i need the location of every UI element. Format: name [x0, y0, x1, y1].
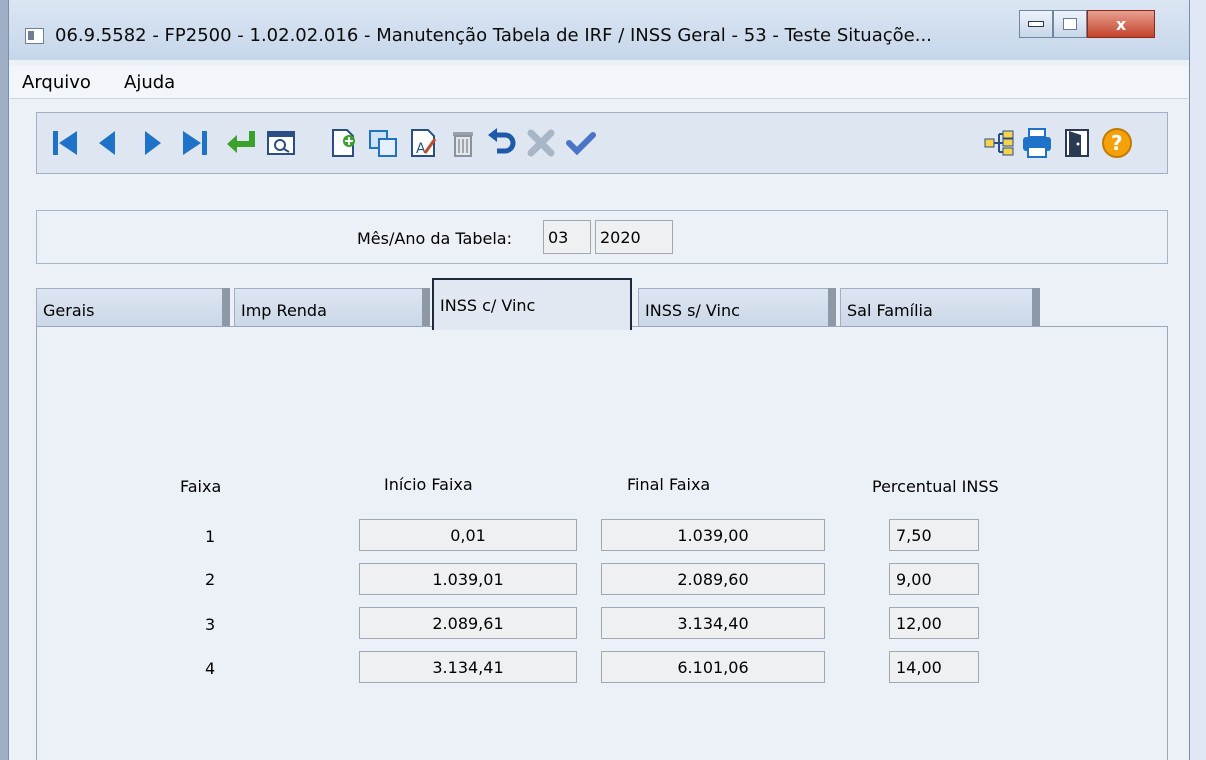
tab-divider	[828, 288, 836, 328]
app-icon[interactable]	[25, 28, 44, 44]
final-faixa-field[interactable]: 2.089,60	[601, 563, 825, 595]
search-button[interactable]	[265, 127, 297, 159]
inicio-faixa-field[interactable]: 3.134,41	[359, 651, 577, 683]
menu-ajuda[interactable]: Ajuda	[124, 72, 175, 93]
tab-label: INSS c/ Vinc	[440, 296, 536, 315]
menu-bar: Arquivo Ajuda	[10, 66, 1188, 99]
undo-icon	[488, 128, 516, 154]
next-record-button[interactable]	[137, 127, 169, 159]
enter-icon	[227, 131, 255, 153]
svg-text:?: ?	[1111, 131, 1123, 155]
help-button[interactable]: ?	[1101, 127, 1133, 159]
search-icon	[267, 131, 295, 155]
exit-door-icon	[1065, 129, 1089, 157]
header-final-faixa: Final Faixa	[627, 475, 711, 494]
faixa-number: 4	[205, 659, 216, 678]
print-button[interactable]	[1021, 127, 1053, 159]
desktop-edge	[0, 0, 8, 760]
cancel-button[interactable]	[525, 127, 557, 159]
header-faixa: Faixa	[180, 477, 222, 496]
maximize-button[interactable]	[1053, 10, 1087, 38]
next-record-icon	[145, 131, 161, 155]
svg-text:A: A	[416, 141, 426, 157]
first-record-button[interactable]	[49, 127, 81, 159]
maximize-icon	[1063, 18, 1077, 30]
first-record-icon	[53, 131, 77, 155]
enter-button[interactable]	[225, 127, 257, 159]
delete-button[interactable]	[447, 127, 479, 159]
last-record-icon	[183, 131, 207, 155]
cancel-icon	[527, 129, 555, 157]
menu-arquivo[interactable]: Arquivo	[22, 72, 91, 93]
percentual-inss-field[interactable]: 14,00	[889, 651, 979, 683]
app-window: 06.9.5582 - FP2500 - 1.02.02.016 - Manut…	[8, 0, 1190, 760]
tab-divider	[1032, 288, 1040, 328]
faixa-number: 2	[205, 570, 216, 589]
toolbar: A ?	[36, 112, 1168, 174]
tab-label: Imp Renda	[241, 301, 327, 320]
header-percentual-inss: Percentual INSS	[872, 477, 999, 496]
edit-icon: A	[411, 129, 437, 157]
confirm-button[interactable]	[565, 127, 597, 159]
final-faixa-field[interactable]: 3.134,40	[601, 607, 825, 639]
copy-icon	[369, 130, 397, 157]
percentual-inss-field[interactable]: 9,00	[889, 563, 979, 595]
percentual-inss-field[interactable]: 7,50	[889, 519, 979, 551]
new-record-button[interactable]	[327, 127, 359, 159]
confirm-icon	[566, 132, 596, 156]
previous-record-button[interactable]	[91, 127, 123, 159]
inicio-faixa-field[interactable]: 1.039,01	[359, 563, 577, 595]
undo-button[interactable]	[485, 127, 517, 159]
tab-label: Gerais	[43, 301, 95, 320]
faixa-number: 1	[205, 527, 216, 546]
tab-label: INSS s/ Vinc	[645, 301, 740, 320]
title-bar[interactable]: 06.9.5582 - FP2500 - 1.02.02.016 - Manut…	[9, 0, 1189, 60]
table-period-box: Mês/Ano da Tabela: 03 2020	[36, 210, 1168, 264]
table-period-label: Mês/Ano da Tabela:	[357, 229, 512, 248]
close-icon: x	[1115, 14, 1127, 34]
delete-icon	[453, 132, 473, 157]
tab-imp-renda[interactable]: Imp Renda	[234, 288, 430, 328]
edit-button[interactable]: A	[407, 127, 439, 159]
final-faixa-field[interactable]: 1.039,00	[601, 519, 825, 551]
year-field[interactable]: 2020	[595, 220, 673, 254]
print-icon	[1023, 128, 1051, 158]
header-inicio-faixa: Início Faixa	[384, 475, 473, 494]
tab-divider	[222, 288, 230, 328]
tab-label: Sal Família	[847, 301, 933, 320]
tab-gerais[interactable]: Gerais	[36, 288, 230, 328]
close-button[interactable]: x	[1087, 10, 1155, 38]
inicio-faixa-field[interactable]: 2.089,61	[359, 607, 577, 639]
new-record-icon	[332, 129, 355, 157]
help-icon: ?	[1102, 128, 1132, 158]
tab-inss-s-vinc[interactable]: INSS s/ Vinc	[638, 288, 836, 328]
minimize-icon	[1028, 21, 1044, 27]
window-title: 06.9.5582 - FP2500 - 1.02.02.016 - Manut…	[55, 25, 932, 46]
tab-inss-c-vinc[interactable]: INSS c/ Vinc	[432, 278, 632, 330]
window-controls: x	[1019, 10, 1155, 38]
previous-record-icon	[99, 131, 115, 155]
tree-button[interactable]	[983, 127, 1015, 159]
inss-panel: Faixa Início Faixa Final Faixa Percentua…	[36, 326, 1168, 760]
inicio-faixa-field[interactable]: 0,01	[359, 519, 577, 551]
last-record-button[interactable]	[179, 127, 211, 159]
exit-button[interactable]	[1061, 127, 1093, 159]
minimize-button[interactable]	[1019, 10, 1053, 38]
final-faixa-field[interactable]: 6.101,06	[601, 651, 825, 683]
tab-sal-familia[interactable]: Sal Família	[840, 288, 1040, 328]
tab-divider	[422, 288, 430, 328]
faixa-number: 3	[205, 615, 216, 634]
tree-icon	[984, 130, 1014, 156]
percentual-inss-field[interactable]: 12,00	[889, 607, 979, 639]
copy-button[interactable]	[367, 127, 399, 159]
month-field[interactable]: 03	[543, 220, 591, 254]
